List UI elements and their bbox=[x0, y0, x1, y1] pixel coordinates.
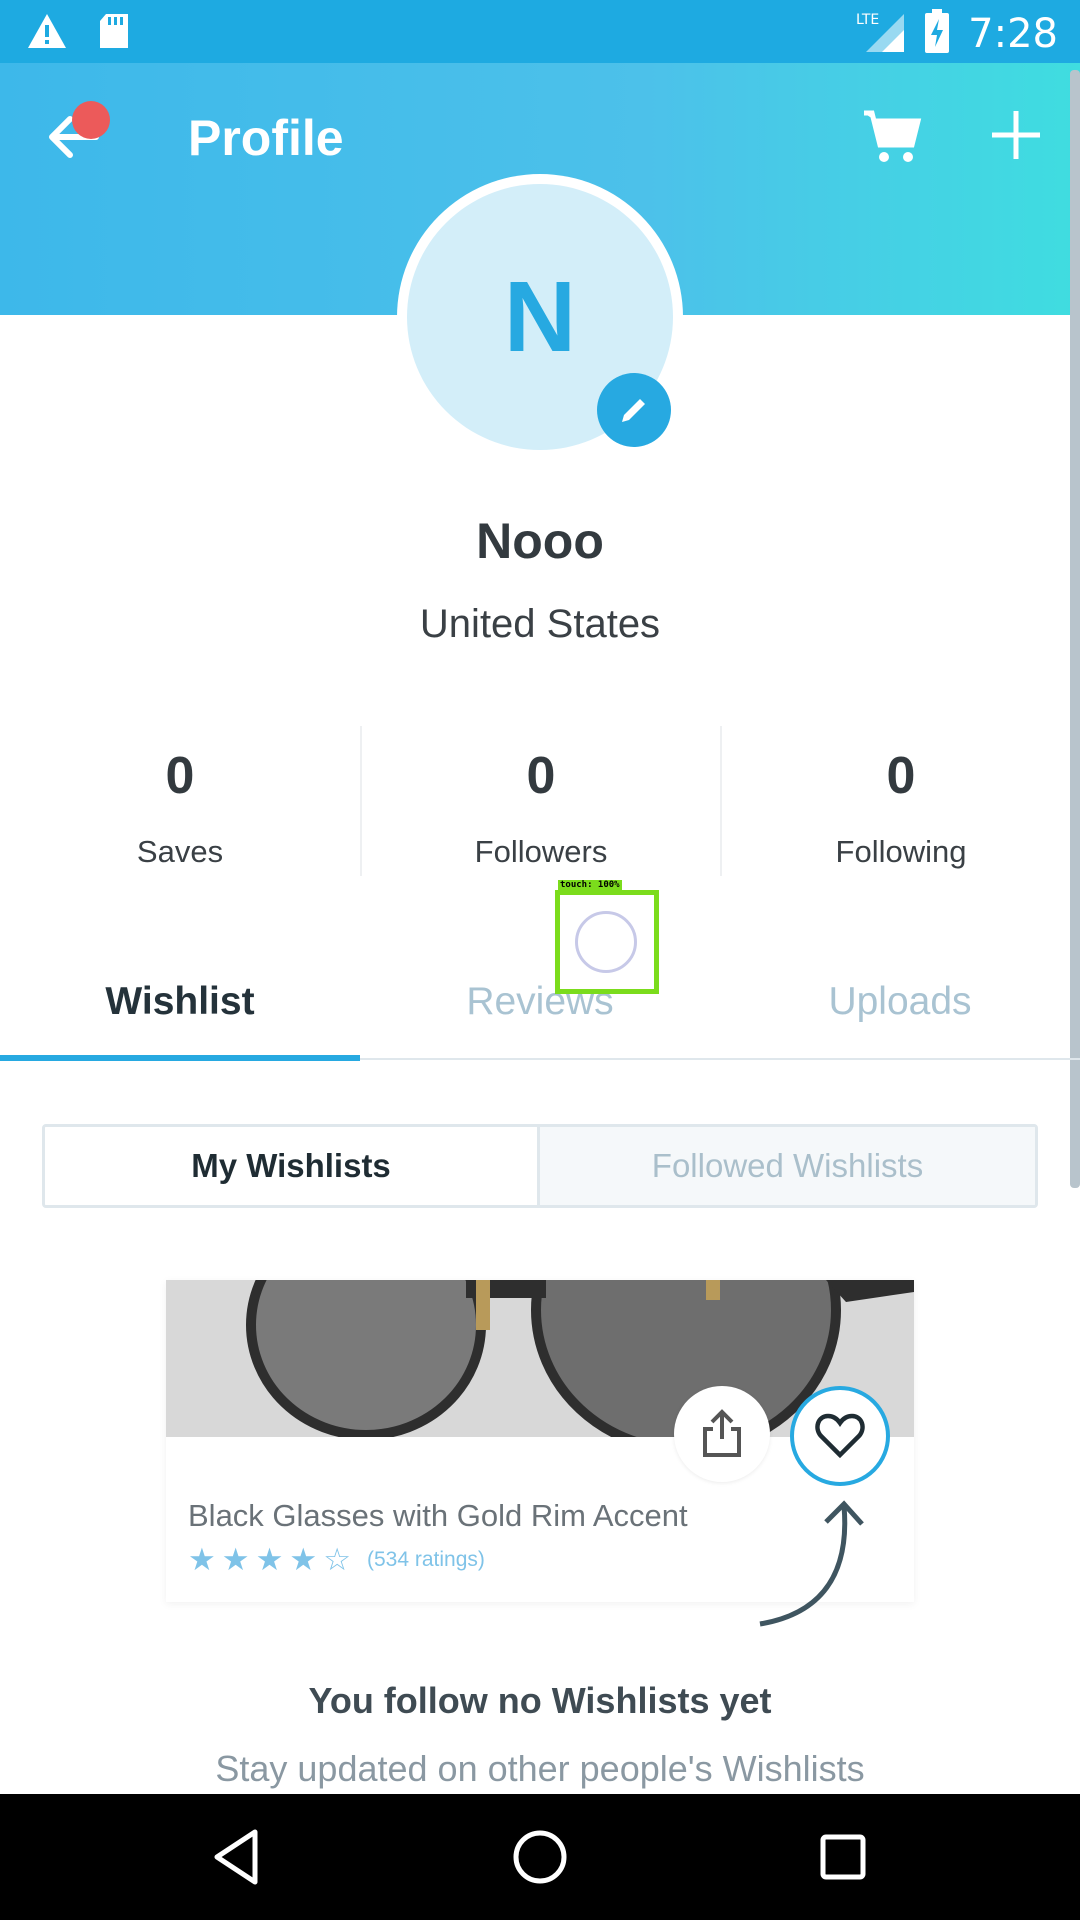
touch-indicator-label: touch: 100% bbox=[558, 880, 622, 890]
battery-charging-icon bbox=[924, 9, 950, 58]
status-time: 7:28 bbox=[968, 10, 1058, 57]
rating-stars: ★ ★ ★ ★ ☆ (534 ratings) bbox=[188, 1544, 485, 1575]
edit-avatar-button[interactable] bbox=[597, 373, 671, 447]
empty-state-title: You follow no Wishlists yet bbox=[308, 1680, 772, 1721]
stat-saves[interactable]: 0 Saves bbox=[0, 726, 360, 876]
triangle-back-icon bbox=[214, 1829, 258, 1885]
stat-value: 0 bbox=[526, 747, 556, 805]
system-nav-bar bbox=[0, 1794, 1080, 1920]
square-recents-icon bbox=[820, 1834, 866, 1880]
stat-label: Saves bbox=[136, 834, 224, 869]
cart-button[interactable] bbox=[862, 107, 922, 167]
star-filled-icon: ★ bbox=[221, 1542, 250, 1577]
avatar-initial: N bbox=[503, 260, 577, 373]
ratings-count: (534 ratings) bbox=[366, 1547, 485, 1571]
profile-tabs: Wishlist Reviews Uploads bbox=[0, 960, 1080, 1061]
follow-wishlist-heart-button[interactable] bbox=[790, 1386, 890, 1486]
stat-followers[interactable]: 0 Followers bbox=[360, 726, 720, 876]
heart-icon bbox=[815, 1413, 865, 1459]
touch-indicator-box bbox=[555, 890, 659, 994]
wishlist-segmented-control: My Wishlists Followed Wishlists bbox=[42, 1124, 1038, 1208]
page-title: Profile bbox=[188, 110, 344, 166]
profile-stats: 0 Saves 0 Followers 0 Following bbox=[0, 726, 1080, 876]
tab-reviews[interactable]: Reviews bbox=[360, 960, 720, 1058]
stat-value: 0 bbox=[165, 747, 195, 805]
star-filled-icon: ★ bbox=[289, 1542, 318, 1577]
notification-dot bbox=[72, 101, 110, 139]
segment-my-wishlists[interactable]: My Wishlists bbox=[45, 1127, 540, 1205]
share-icon bbox=[703, 1409, 741, 1457]
plus-icon bbox=[992, 111, 1040, 159]
star-empty-icon: ☆ bbox=[323, 1542, 351, 1577]
segment-followed-wishlists[interactable]: Followed Wishlists bbox=[540, 1127, 1035, 1205]
add-button[interactable] bbox=[990, 109, 1042, 161]
warning-icon bbox=[26, 12, 68, 55]
svg-text:LTE: LTE bbox=[856, 12, 879, 28]
profile-name: Nooo bbox=[476, 513, 604, 569]
star-filled-icon: ★ bbox=[255, 1542, 284, 1577]
stat-label: Followers bbox=[474, 834, 608, 869]
nav-back-button[interactable] bbox=[205, 1824, 271, 1890]
hint-arrow-icon bbox=[759, 1500, 864, 1627]
stat-label: Following bbox=[835, 834, 967, 869]
cart-icon bbox=[864, 110, 922, 162]
tab-uploads[interactable]: Uploads bbox=[720, 960, 1080, 1058]
stat-following[interactable]: 0 Following bbox=[720, 726, 1080, 876]
share-button[interactable] bbox=[674, 1386, 770, 1482]
product-title: Black Glasses with Gold Rim Accent bbox=[188, 1498, 688, 1533]
stat-value: 0 bbox=[886, 747, 916, 805]
star-filled-icon: ★ bbox=[188, 1542, 216, 1577]
lte-signal-icon: LTE bbox=[856, 8, 906, 59]
status-bar: LTE 7:28 bbox=[0, 0, 1080, 63]
empty-state-subtitle: Stay updated on other people's Wishlists bbox=[215, 1748, 865, 1789]
circle-home-icon bbox=[513, 1830, 567, 1884]
sd-card-icon bbox=[98, 12, 130, 55]
profile-country: United States bbox=[419, 602, 661, 646]
nav-recents-button[interactable] bbox=[810, 1824, 876, 1890]
tab-wishlist[interactable]: Wishlist bbox=[0, 960, 360, 1061]
nav-home-button[interactable] bbox=[507, 1824, 573, 1890]
pencil-icon bbox=[622, 399, 645, 422]
